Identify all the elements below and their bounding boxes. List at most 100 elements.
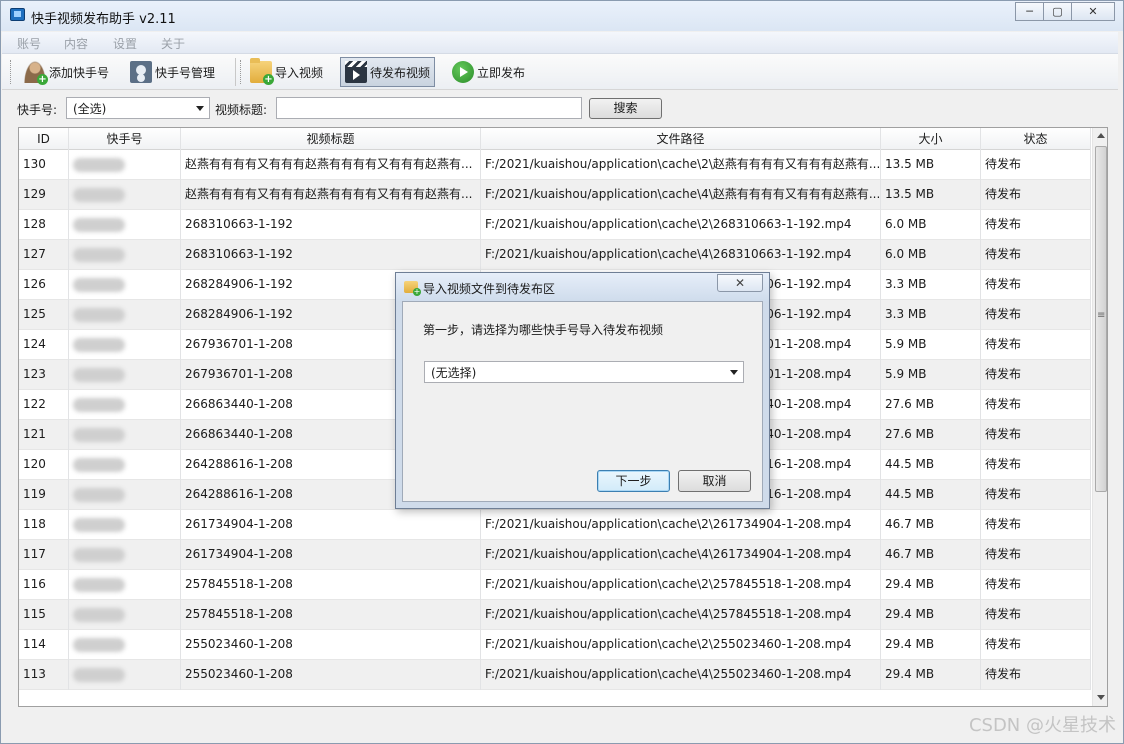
cell-account	[69, 480, 181, 510]
cell-status: 待发布	[981, 600, 1091, 630]
publish-now-button[interactable]: 立即发布	[447, 57, 530, 87]
dialog-close-button[interactable]: ✕	[717, 274, 763, 292]
cancel-button[interactable]: 取消	[678, 470, 751, 492]
cell-path: F:/2021/kuaishou/application\cache\4\268…	[481, 240, 881, 270]
cell-size: 3.3 MB	[881, 270, 981, 300]
cell-status: 待发布	[981, 450, 1091, 480]
redacted-account	[73, 458, 125, 472]
column-header-path[interactable]: 文件路径	[481, 128, 881, 150]
cell-size: 13.5 MB	[881, 150, 981, 180]
account-select-value: (无选择)	[431, 366, 477, 380]
menu-about[interactable]: 关于	[161, 35, 185, 52]
redacted-account	[73, 308, 125, 322]
cell-title: 257845518-1-208	[181, 600, 481, 630]
cell-status: 待发布	[981, 210, 1091, 240]
import-dialog: 导入视频文件到待发布区 ✕ 第一步，请选择为哪些快手号导入待发布视频 (无选择)…	[395, 272, 770, 509]
cell-size: 29.4 MB	[881, 660, 981, 690]
account-select[interactable]: (无选择)	[424, 361, 744, 383]
cell-status: 待发布	[981, 150, 1091, 180]
add-account-button[interactable]: 添加快手号	[19, 57, 114, 87]
title-filter-label: 视频标题:	[215, 103, 268, 117]
cell-id: 123	[19, 360, 69, 390]
table-row[interactable]: 128 268310663-1-192 F:/2021/kuaishou/appli…	[19, 210, 1091, 240]
cell-account	[69, 330, 181, 360]
table-row[interactable]: 127 268310663-1-192 F:/2021/kuaishou/appli…	[19, 240, 1091, 270]
cell-status: 待发布	[981, 330, 1091, 360]
cell-account	[69, 600, 181, 630]
cell-id: 129	[19, 180, 69, 210]
table-row[interactable]: 115 257845518-1-208 F:/2021/kuaishou/appli…	[19, 600, 1091, 630]
scrollbar-thumb[interactable]	[1095, 146, 1107, 492]
cell-status: 待发布	[981, 180, 1091, 210]
cell-id: 122	[19, 390, 69, 420]
publish-now-label: 立即发布	[477, 65, 526, 80]
manage-account-button[interactable]: 快手号管理	[125, 57, 220, 87]
table-row[interactable]: 113 255023460-1-208 F:/2021/kuaishou/appli…	[19, 660, 1091, 690]
folder-add-icon	[404, 281, 421, 296]
pending-video-label: 待发布视频	[370, 65, 431, 80]
cell-account	[69, 510, 181, 540]
dialog-title-bar: 导入视频文件到待发布区 ✕	[396, 273, 769, 301]
close-button[interactable]: ✕	[1071, 2, 1115, 21]
search-button[interactable]: 搜索	[589, 98, 662, 119]
cell-account	[69, 630, 181, 660]
menu-settings[interactable]: 设置	[113, 35, 137, 52]
pending-video-button[interactable]: 待发布视频	[340, 57, 436, 87]
table-row[interactable]: 117 261734904-1-208 F:/2021/kuaishou/appli…	[19, 540, 1091, 570]
table-row[interactable]: 130 赵燕有有有有又有有有赵燕有有有有又有有有赵燕有... F:/2021/kua…	[19, 150, 1091, 180]
account-filter-select[interactable]: (全选)	[66, 97, 210, 119]
cell-account	[69, 180, 181, 210]
minimize-button[interactable]: ─	[1015, 2, 1044, 21]
column-header-title[interactable]: 视频标题	[181, 128, 481, 150]
cell-title: 261734904-1-208	[181, 540, 481, 570]
cell-size: 44.5 MB	[881, 450, 981, 480]
manage-account-label: 快手号管理	[155, 65, 216, 80]
vertical-scrollbar[interactable]	[1092, 128, 1107, 706]
column-header-id[interactable]: ID	[19, 128, 69, 150]
menu-account[interactable]: 账号	[17, 35, 41, 52]
cell-status: 待发布	[981, 420, 1091, 450]
redacted-account	[73, 338, 125, 352]
redacted-account	[73, 158, 125, 172]
cell-account	[69, 360, 181, 390]
cell-status: 待发布	[981, 270, 1091, 300]
cell-title: 255023460-1-208	[181, 630, 481, 660]
redacted-account	[73, 368, 125, 382]
redacted-account	[73, 668, 125, 682]
cell-size: 27.6 MB	[881, 420, 981, 450]
add-account-label: 添加快手号	[49, 65, 110, 80]
cell-size: 6.0 MB	[881, 210, 981, 240]
column-header-size[interactable]: 大小	[881, 128, 981, 150]
cell-size: 29.4 MB	[881, 570, 981, 600]
scroll-up-icon[interactable]	[1097, 133, 1105, 138]
column-header-account[interactable]: 快手号	[69, 128, 181, 150]
cell-path: F:/2021/kuaishou/application\cache\4\261…	[481, 540, 881, 570]
redacted-account	[73, 398, 125, 412]
table-row[interactable]: 114 255023460-1-208 F:/2021/kuaishou/appli…	[19, 630, 1091, 660]
cell-account	[69, 390, 181, 420]
cell-id: 130	[19, 150, 69, 180]
cell-path: F:/2021/kuaishou/application\cache\2\255…	[481, 630, 881, 660]
cell-path: F:/2021/kuaishou/application\cache\4\255…	[481, 660, 881, 690]
table-row[interactable]: 129 赵燕有有有有又有有有赵燕有有有有又有有有赵燕有... F:/2021/kua…	[19, 180, 1091, 210]
cell-account	[69, 210, 181, 240]
cell-account	[69, 570, 181, 600]
column-header-status[interactable]: 状态	[981, 128, 1091, 150]
cell-id: 127	[19, 240, 69, 270]
maximize-button[interactable]: ▢	[1043, 2, 1072, 21]
window-controls: ─ ▢ ✕	[1015, 2, 1115, 22]
toolbar: 添加快手号 快手号管理 导入视频 待发布视频 立即发布	[2, 54, 1118, 90]
title-search-input[interactable]	[276, 97, 582, 119]
scroll-down-icon[interactable]	[1097, 695, 1105, 700]
cell-account	[69, 540, 181, 570]
table-row[interactable]: 118 261734904-1-208 F:/2021/kuaishou/appli…	[19, 510, 1091, 540]
account-filter-value: (全选)	[73, 102, 107, 116]
watermark: CSDN @火星技术	[968, 715, 1116, 736]
chevron-down-icon	[730, 370, 738, 375]
table-row[interactable]: 116 257845518-1-208 F:/2021/kuaishou/appli…	[19, 570, 1091, 600]
cell-size: 5.9 MB	[881, 330, 981, 360]
next-step-button[interactable]: 下一步	[597, 470, 670, 492]
import-video-button[interactable]: 导入视频	[245, 57, 328, 87]
menu-content[interactable]: 内容	[64, 35, 88, 52]
cell-status: 待发布	[981, 390, 1091, 420]
